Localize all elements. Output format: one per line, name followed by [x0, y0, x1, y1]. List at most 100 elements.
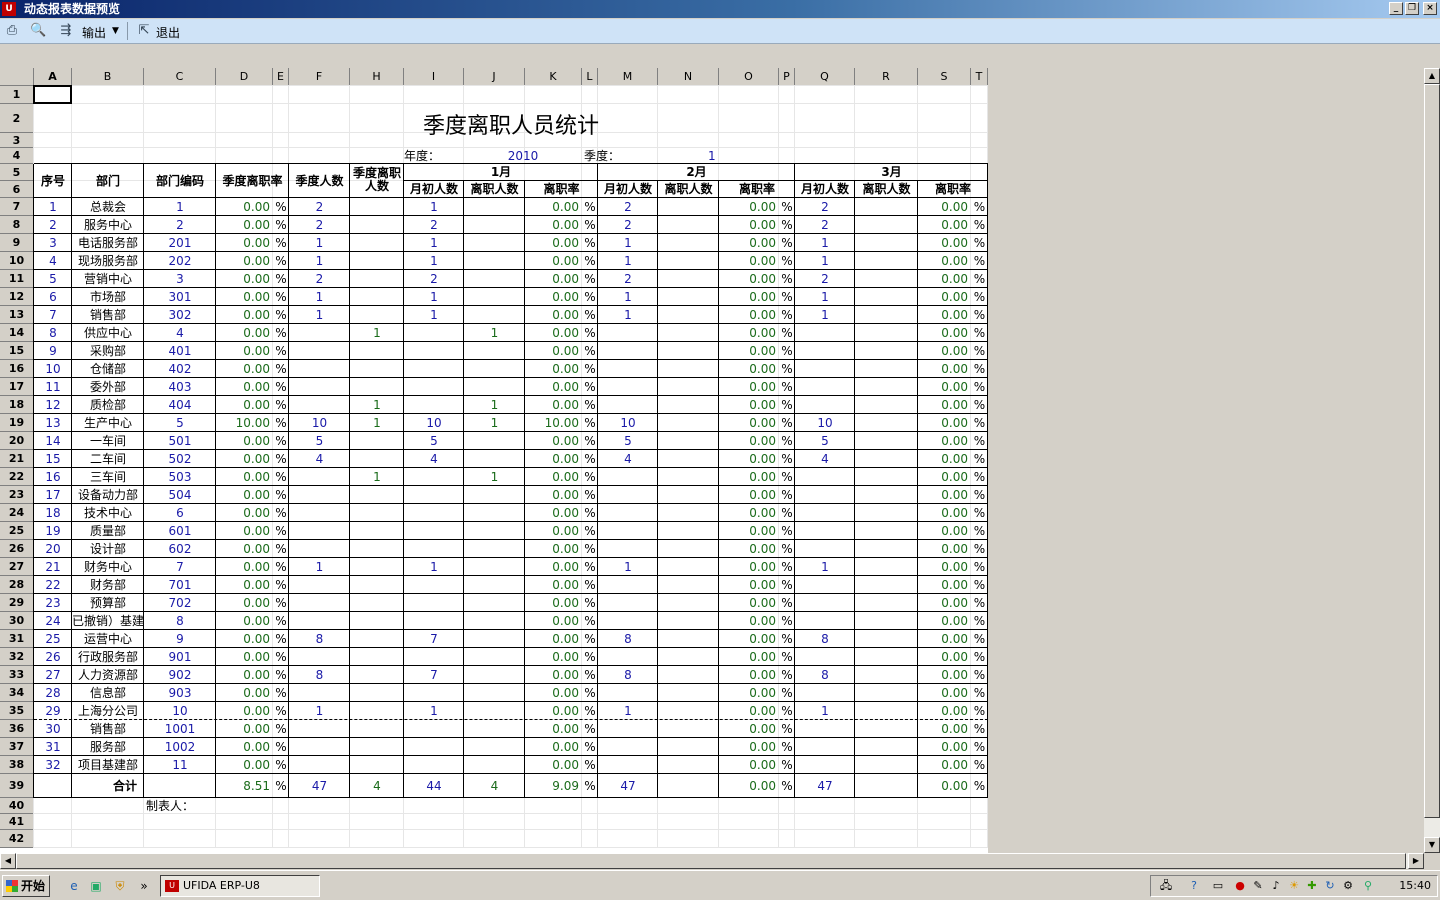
row-seq[interactable]: 16: [34, 468, 72, 486]
row-rate[interactable]: 0.00: [216, 756, 273, 774]
row-month-value[interactable]: 1: [795, 558, 855, 576]
percent-sign[interactable]: %: [582, 468, 598, 486]
row-month-value[interactable]: [855, 378, 918, 396]
row-code[interactable]: 6: [144, 504, 216, 522]
percent-sign[interactable]: %: [582, 378, 598, 396]
row-month-value[interactable]: [658, 648, 719, 666]
row-month-value[interactable]: 8: [598, 630, 658, 648]
row-quarter-count[interactable]: [289, 738, 350, 756]
row-rate[interactable]: 0.00: [918, 378, 971, 396]
row-rate[interactable]: 0.00: [918, 306, 971, 324]
row-month-value[interactable]: [855, 324, 918, 342]
row-rate[interactable]: 0.00: [525, 198, 582, 216]
row-rate[interactable]: 0.00: [525, 288, 582, 306]
row-month-value[interactable]: [658, 432, 719, 450]
row-header[interactable]: 14: [0, 324, 34, 342]
total-month-value[interactable]: 4: [464, 774, 525, 798]
row-month-value[interactable]: [658, 396, 719, 414]
row-quarter-left[interactable]: [350, 576, 404, 594]
percent-sign[interactable]: %: [971, 396, 988, 414]
column-header[interactable]: F: [289, 68, 350, 86]
percent-sign[interactable]: %: [582, 576, 598, 594]
row-month-value[interactable]: [464, 558, 525, 576]
start-button[interactable]: 开始: [2, 875, 50, 897]
row-month-value[interactable]: 2: [598, 216, 658, 234]
percent-sign[interactable]: %: [582, 666, 598, 684]
row-month-value[interactable]: [598, 342, 658, 360]
row-month-value[interactable]: 1: [404, 306, 464, 324]
row-rate[interactable]: 0.00: [918, 666, 971, 684]
vertical-scroll-thumb[interactable]: [1424, 84, 1440, 818]
row-month-value[interactable]: [404, 504, 464, 522]
row-quarter-left[interactable]: 1: [350, 468, 404, 486]
row-rate[interactable]: 0.00: [918, 414, 971, 432]
row-month-value[interactable]: [464, 378, 525, 396]
percent-sign[interactable]: %: [582, 450, 598, 468]
taskbar-item-ufida[interactable]: U UFIDA ERP-U8: [160, 875, 320, 897]
percent-sign[interactable]: %: [273, 756, 289, 774]
row-header[interactable]: 30: [0, 612, 34, 630]
percent-sign[interactable]: %: [779, 684, 795, 702]
percent-sign[interactable]: %: [779, 288, 795, 306]
row-rate[interactable]: 10.00: [525, 414, 582, 432]
row-month-value[interactable]: 1: [598, 702, 658, 720]
row-month-value[interactable]: [404, 522, 464, 540]
row-seq[interactable]: 21: [34, 558, 72, 576]
percent-sign[interactable]: %: [779, 738, 795, 756]
row-rate[interactable]: 0.00: [918, 594, 971, 612]
row-seq[interactable]: 4: [34, 252, 72, 270]
row-month-value[interactable]: [464, 576, 525, 594]
percent-sign[interactable]: %: [273, 540, 289, 558]
row-code[interactable]: 2: [144, 216, 216, 234]
percent-sign[interactable]: %: [582, 342, 598, 360]
percent-sign[interactable]: %: [779, 720, 795, 738]
row-header[interactable]: 39: [0, 774, 34, 798]
row-rate[interactable]: 0.00: [216, 666, 273, 684]
percent-sign[interactable]: %: [273, 324, 289, 342]
row-header[interactable]: 27: [0, 558, 34, 576]
row-dept[interactable]: 服务部: [72, 738, 144, 756]
row-rate[interactable]: 0.00: [525, 684, 582, 702]
row-rate[interactable]: 0.00: [918, 648, 971, 666]
row-rate[interactable]: 0.00: [719, 324, 779, 342]
percent-sign[interactable]: %: [971, 702, 988, 720]
percent-sign[interactable]: %: [971, 360, 988, 378]
column-header[interactable]: B: [72, 68, 144, 86]
row-dept[interactable]: 委外部: [72, 378, 144, 396]
row-rate[interactable]: 0.00: [719, 540, 779, 558]
row-month-value[interactable]: [658, 486, 719, 504]
percent-sign[interactable]: %: [273, 666, 289, 684]
row-month-value[interactable]: [795, 540, 855, 558]
row-quarter-left[interactable]: [350, 522, 404, 540]
row-month-value[interactable]: [464, 684, 525, 702]
percent-sign[interactable]: %: [779, 378, 795, 396]
row-month-value[interactable]: [464, 522, 525, 540]
percent-sign[interactable]: %: [273, 702, 289, 720]
total-quarter-left[interactable]: 4: [350, 774, 404, 798]
scroll-left-icon[interactable]: ◀: [0, 853, 16, 869]
horizontal-scrollbar[interactable]: ◀ ▶: [0, 853, 1424, 869]
row-rate[interactable]: 0.00: [525, 648, 582, 666]
percent-sign[interactable]: %: [273, 198, 289, 216]
row-rate[interactable]: 0.00: [719, 630, 779, 648]
row-seq[interactable]: 2: [34, 216, 72, 234]
quarter-value[interactable]: 1: [658, 148, 719, 164]
percent-sign[interactable]: %: [779, 594, 795, 612]
row-month-value[interactable]: [658, 702, 719, 720]
row-month-value[interactable]: [598, 738, 658, 756]
percent-sign[interactable]: %: [273, 414, 289, 432]
row-seq[interactable]: 6: [34, 288, 72, 306]
row-code[interactable]: 903: [144, 684, 216, 702]
column-header[interactable]: I: [404, 68, 464, 86]
row-rate[interactable]: 0.00: [525, 738, 582, 756]
row-month-value[interactable]: 1: [598, 558, 658, 576]
row-dept[interactable]: 财务部: [72, 576, 144, 594]
percent-sign[interactable]: %: [273, 234, 289, 252]
column-header[interactable]: O: [719, 68, 779, 86]
minimize-button[interactable]: _: [1389, 2, 1403, 15]
column-header[interactable]: A: [34, 68, 72, 86]
percent-sign[interactable]: %: [582, 540, 598, 558]
percent-sign[interactable]: %: [971, 288, 988, 306]
row-seq[interactable]: 24: [34, 612, 72, 630]
percent-sign[interactable]: %: [582, 630, 598, 648]
